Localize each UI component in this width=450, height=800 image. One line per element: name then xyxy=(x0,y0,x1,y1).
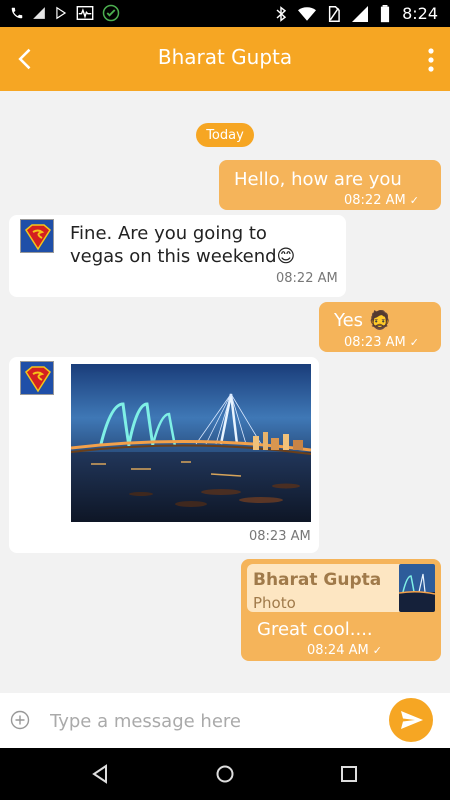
message-time: 08:23 AM xyxy=(249,529,311,544)
sent-check-icon: ✓ xyxy=(409,194,419,207)
superman-avatar[interactable] xyxy=(20,361,54,395)
pulse-icon xyxy=(76,6,94,20)
quoted-photo-thumbnail xyxy=(399,564,435,612)
nav-home-icon[interactable] xyxy=(213,762,237,786)
message-text: Great cool.... xyxy=(257,619,373,640)
nav-recents-icon[interactable] xyxy=(337,762,361,786)
status-right-icons: 8:24 xyxy=(276,4,438,23)
battery-icon xyxy=(380,4,390,22)
sent-check-icon: ✓ xyxy=(372,644,382,657)
outgoing-message[interactable]: Yes 🧔 08:23 AM ✓ xyxy=(319,302,441,352)
bluetooth-icon xyxy=(276,5,287,22)
outgoing-message[interactable]: Hello, how are you 08:22 AM ✓ xyxy=(219,160,441,210)
message-time-text: 08:22 AM xyxy=(344,193,406,208)
bridge-night-image xyxy=(71,364,311,522)
superman-logo-icon xyxy=(21,220,53,252)
bridge-photo[interactable] xyxy=(71,364,311,522)
sent-check-icon: ✓ xyxy=(409,336,419,349)
message-time: 08:24 AM ✓ xyxy=(307,643,382,658)
date-separator: Today xyxy=(196,123,254,147)
signal-icon xyxy=(33,7,45,19)
cell-signal-icon xyxy=(352,5,369,22)
quoted-message-type: Photo xyxy=(253,594,296,612)
quoted-sender-name: Bharat Gupta xyxy=(253,570,382,590)
add-attachment-icon[interactable] xyxy=(10,710,30,730)
outgoing-reply-message[interactable]: Bharat Gupta Photo Great cool.... 08:24 … xyxy=(241,559,441,661)
status-time: 8:24 xyxy=(402,4,438,23)
message-text-line1: Fine. Are you going to xyxy=(70,223,267,244)
send-icon xyxy=(401,711,423,729)
kebab-menu-icon[interactable] xyxy=(426,47,436,73)
message-composer xyxy=(0,693,450,748)
quoted-reply[interactable]: Bharat Gupta Photo xyxy=(247,564,435,612)
check-circle-icon xyxy=(102,4,120,22)
superman-logo-icon xyxy=(21,362,53,394)
message-text-line2: vegas on this weekend😊 xyxy=(70,246,296,267)
system-nav-bar xyxy=(0,748,450,800)
nav-back-icon[interactable] xyxy=(88,762,112,786)
message-text: Yes 🧔 xyxy=(334,310,392,331)
chat-area[interactable]: Today Hello, how are you 08:22 AM ✓ Fine.… xyxy=(0,91,450,693)
status-bar: 8:24 xyxy=(0,0,450,27)
status-left-icons xyxy=(10,4,120,22)
chat-header: Bharat Gupta xyxy=(0,27,450,91)
wifi-icon xyxy=(298,6,317,21)
message-time-text: 08:24 AM xyxy=(307,643,369,658)
superman-avatar[interactable] xyxy=(20,219,54,253)
incoming-photo-message[interactable]: 08:23 AM xyxy=(9,357,319,553)
contact-name[interactable]: Bharat Gupta xyxy=(0,45,450,69)
message-time: 08:22 AM ✓ xyxy=(344,193,419,208)
play-store-icon xyxy=(56,6,67,20)
send-button[interactable] xyxy=(389,698,433,742)
message-time: 08:22 AM xyxy=(276,271,338,286)
message-text: Hello, how are you xyxy=(234,169,402,190)
message-time-text: 08:23 AM xyxy=(344,335,406,350)
phone-icon xyxy=(11,7,23,19)
message-input[interactable] xyxy=(50,709,370,733)
no-sim-icon xyxy=(328,5,340,22)
message-time: 08:23 AM ✓ xyxy=(344,335,419,350)
incoming-message[interactable]: Fine. Are you going to vegas on this wee… xyxy=(9,215,346,297)
